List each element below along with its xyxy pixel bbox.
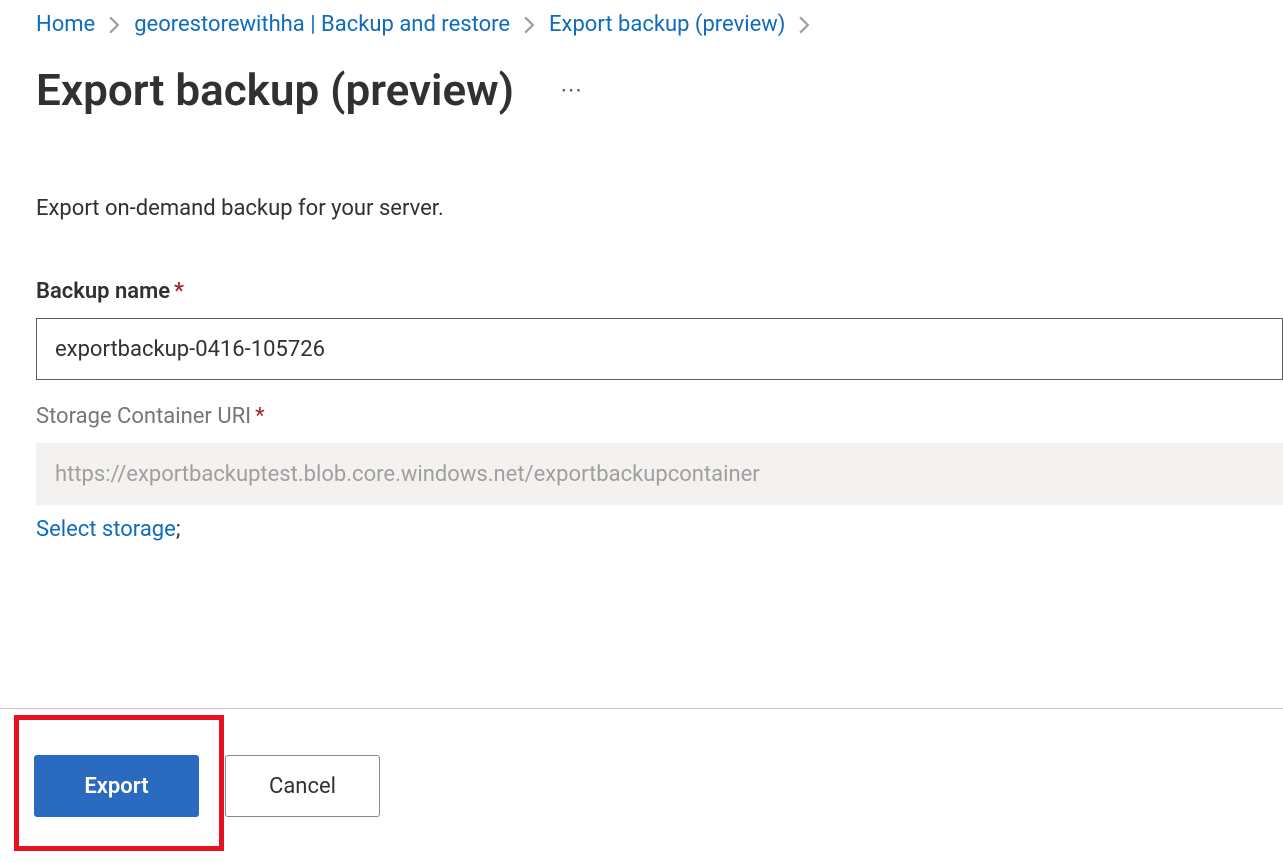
storage-uri-label: Storage Container URI* <box>36 404 1283 429</box>
backup-name-field: Backup name* <box>36 279 1283 380</box>
backup-name-input[interactable] <box>36 318 1283 380</box>
cancel-button[interactable]: Cancel <box>225 755 380 817</box>
select-storage-link[interactable]: Select storage <box>36 517 176 542</box>
chevron-right-icon <box>524 16 535 34</box>
backup-name-label: Backup name* <box>36 279 1283 304</box>
required-asterisk: * <box>174 279 184 304</box>
page-title: Export backup (preview) <box>36 64 514 116</box>
breadcrumb: Home georestorewithha | Backup and resto… <box>36 12 1283 38</box>
export-button[interactable]: Export <box>34 755 199 817</box>
footer-bar: Export Cancel <box>0 708 1283 863</box>
storage-uri-input[interactable] <box>36 443 1283 505</box>
chevron-right-icon <box>109 16 120 34</box>
required-asterisk: * <box>255 404 264 429</box>
chevron-right-icon <box>799 16 810 34</box>
breadcrumb-home[interactable]: Home <box>36 12 95 38</box>
breadcrumb-resource[interactable]: georestorewithha | Backup and restore <box>134 12 510 38</box>
select-storage-separator: ; <box>176 517 181 542</box>
breadcrumb-current[interactable]: Export backup (preview) <box>549 12 785 38</box>
storage-uri-field: Storage Container URI* Select storage; <box>36 404 1283 542</box>
more-actions-icon[interactable]: ⋯ <box>554 74 590 107</box>
page-description: Export on-demand backup for your server. <box>36 196 1283 221</box>
